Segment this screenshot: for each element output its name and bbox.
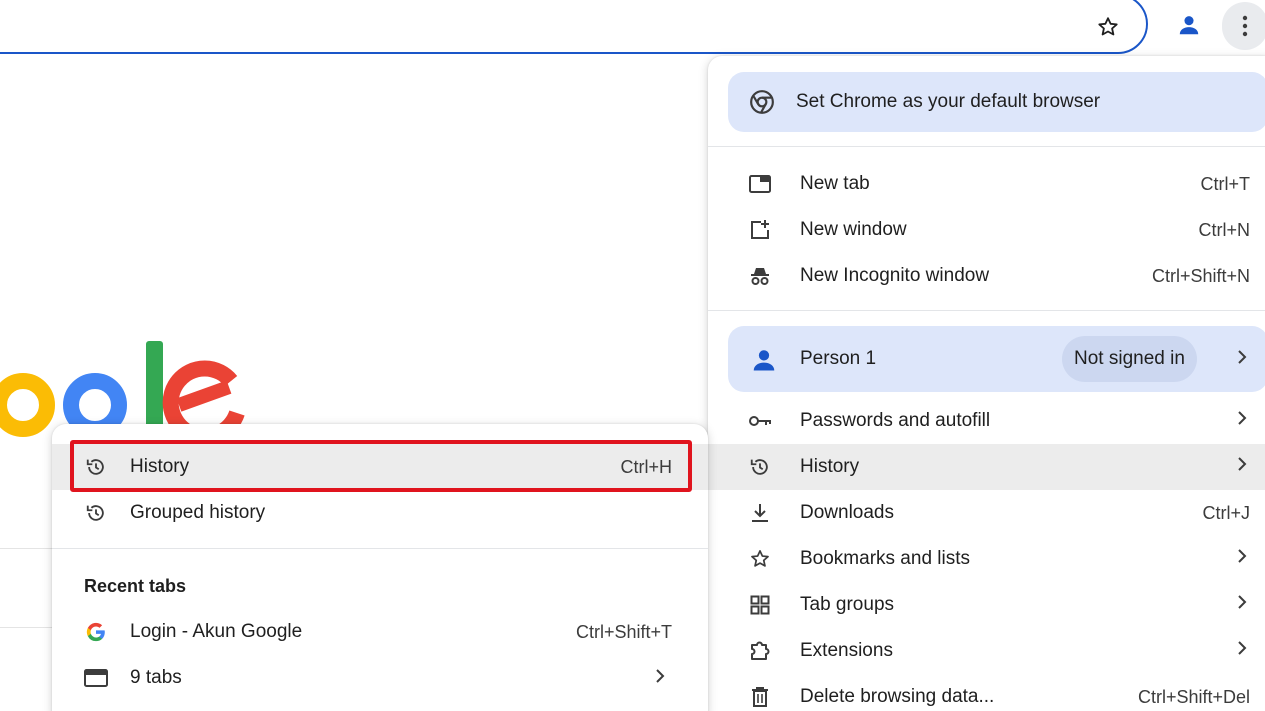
extension-icon [748,639,772,663]
new-incognito-label: New Incognito window [800,265,990,286]
downloads-shortcut: Ctrl+J [1202,502,1250,523]
menu-divider [52,548,708,549]
chevron-right-icon [654,667,666,691]
chevron-right-icon [1236,348,1248,371]
extensions-item[interactable]: Extensions [708,628,1265,674]
chrome-main-menu: Set Chrome as your default browser New t… [708,56,1265,711]
profile-button[interactable] [1172,8,1206,42]
recent-tabs-header: Recent tabs [84,576,187,596]
trash-icon [748,685,772,709]
downloads-item[interactable]: Downloads Ctrl+J [708,490,1265,536]
address-bar[interactable] [0,0,1148,54]
new-window-item[interactable]: New window Ctrl+N [708,207,1265,253]
new-tab-icon [748,172,772,196]
chevron-right-icon [1236,593,1248,617]
star-icon [1098,17,1118,36]
tab-groups-item[interactable]: Tab groups [708,582,1265,628]
tab-groups-label: Tab groups [800,594,895,615]
browser-window: Set Chrome as your default browser New t… [0,0,1265,711]
new-tab-label: New tab [800,173,870,194]
more-vert-icon [1242,15,1248,37]
set-default-browser-label: Set Chrome as your default browser [796,91,1101,112]
new-tab-item[interactable]: New tab Ctrl+T [708,161,1265,207]
recent-window-item[interactable]: 9 tabs [52,655,708,701]
person-icon [1179,16,1199,35]
chevron-right-icon [1236,639,1248,663]
person-icon [746,342,782,378]
set-default-browser-item[interactable]: Set Chrome as your default browser [728,72,1265,132]
downloads-label: Downloads [800,502,894,523]
grouped-history-item[interactable]: Grouped history [52,490,708,536]
history-submenu-label: History [130,456,190,477]
key-icon [748,409,772,433]
bookmarks-lists-item[interactable]: Bookmarks and lists [708,536,1265,582]
extensions-label: Extensions [800,640,893,661]
reopen-tab-shortcut: Ctrl+Shift+T [575,622,672,642]
tab-window-icon [84,666,108,690]
history-submenu-item[interactable]: History Ctrl+H [52,444,708,490]
chrome-icon [750,90,774,114]
download-icon [748,501,772,525]
bookmark-star-button[interactable] [1093,12,1123,42]
chevron-right-icon [1236,547,1248,571]
recent-window-label: 9 tabs [130,667,182,688]
history-icon [84,501,108,525]
delete-browsing-data-label: Delete browsing data... [800,686,995,707]
history-item[interactable]: History [708,444,1265,490]
delete-browsing-data-shortcut: Ctrl+Shift+Del [1137,686,1250,707]
new-incognito-shortcut: Ctrl+Shift+N [1151,265,1250,286]
history-label: History [800,456,860,477]
chevron-right-icon [1236,409,1248,433]
grouped-history-label: Grouped history [130,502,266,523]
history-shortcut: Ctrl+H [620,457,672,477]
google-g-icon [84,620,108,644]
new-tab-shortcut: Ctrl+T [1200,173,1251,194]
passwords-autofill-label: Passwords and autofill [800,410,991,431]
bookmarks-lists-label: Bookmarks and lists [800,548,971,569]
delete-browsing-data-item[interactable]: Delete browsing data... Ctrl+Shift+Del [708,674,1265,711]
history-icon [84,455,108,479]
recent-tab-label: Login - Akun Google [130,621,303,642]
sign-in-status-chip[interactable]: Not signed in [1062,336,1197,382]
profile-row[interactable]: Person 1 Not signed in [728,326,1265,392]
menu-divider [708,310,1265,311]
new-window-shortcut: Ctrl+N [1198,219,1250,240]
new-incognito-item[interactable]: New Incognito window Ctrl+Shift+N [708,253,1265,299]
new-window-icon [748,218,772,242]
incognito-icon [748,264,772,288]
passwords-autofill-item[interactable]: Passwords and autofill [708,398,1265,444]
new-window-label: New window [800,219,907,240]
star-icon [748,547,772,571]
profile-name: Person 1 [800,348,877,369]
menu-divider [708,146,1265,147]
history-icon [748,455,772,479]
chrome-menu-button[interactable] [1222,2,1265,50]
recent-tab-item[interactable]: Login - Akun Google Ctrl+Shift+T [52,609,708,655]
tab-groups-icon [748,593,772,617]
chevron-right-icon [1236,455,1248,479]
history-submenu: History Ctrl+H Grouped history Recent ta… [52,424,708,711]
